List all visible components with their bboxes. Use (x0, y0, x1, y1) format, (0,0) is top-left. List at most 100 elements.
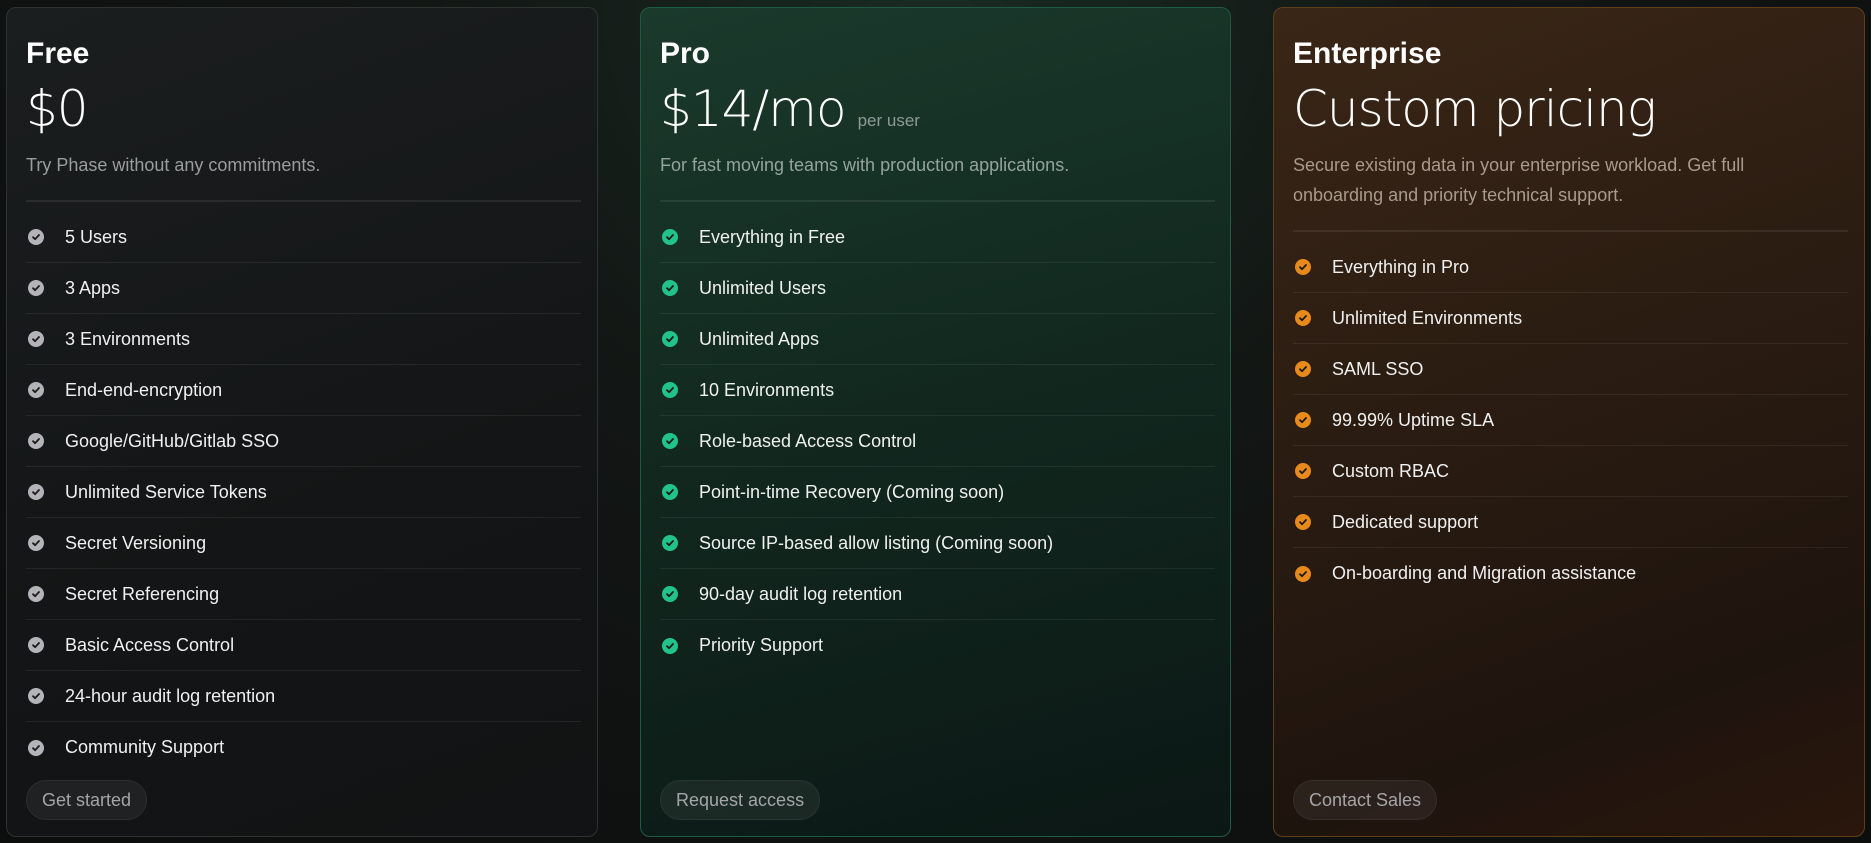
divider (1293, 230, 1848, 232)
feature-item: 5 Users (26, 212, 581, 263)
plan-price: $14/mo (660, 80, 847, 138)
price-row: $14/mo per user (660, 80, 1211, 138)
feature-label: End-end-encryption (65, 379, 223, 400)
feature-label: 99.99% Uptime SLA (1332, 409, 1495, 430)
feature-item: Unlimited Users (660, 263, 1215, 314)
check-circle-icon (1295, 412, 1311, 428)
feature-label: Secret Versioning (65, 532, 207, 553)
feature-label: 24-hour audit log retention (65, 685, 276, 706)
plan-name: Enterprise (1293, 37, 1442, 70)
feature-label: 90-day audit log retention (699, 583, 903, 604)
feature-label: Unlimited Environments (1332, 307, 1523, 328)
feature-label: Unlimited Apps (699, 328, 820, 349)
feature-item: Role-based Access Control (660, 416, 1215, 467)
feature-list: Everything in Pro Unlimited Environments S… (1293, 242, 1848, 599)
check-circle-icon (28, 637, 44, 653)
request-access-button[interactable]: Request access (660, 780, 821, 820)
price-row: Custom pricing (1293, 80, 1845, 138)
feature-item: SAML SSO (1293, 344, 1848, 395)
check-circle-icon (1295, 463, 1311, 479)
feature-list: Everything in Free Unlimited Users Unlimit… (660, 212, 1215, 671)
check-circle-icon (1295, 565, 1311, 582)
check-circle-icon (1295, 361, 1311, 377)
contact-sales-button[interactable]: Contact Sales (1293, 780, 1438, 820)
check-circle-icon (28, 433, 44, 449)
plan-description: Secure existing data in your enterprise … (1293, 155, 1745, 205)
feature-item: Secret Versioning (26, 518, 581, 569)
feature-item: Point-in-time Recovery (Coming soon) (660, 467, 1215, 518)
plan-name: Pro (660, 37, 711, 70)
feature-label: 3 Apps (65, 277, 121, 298)
plan-card-pro: Pro $14/mo per user For fast moving team… (640, 7, 1231, 837)
feature-item: Everything in Pro (1293, 242, 1848, 293)
feature-item: 3 Environments (26, 314, 581, 365)
plan-name: Free (26, 37, 90, 70)
plan-description: Try Phase without any commitments. (26, 155, 321, 175)
feature-label: 5 Users (65, 226, 128, 247)
check-circle-icon (28, 331, 44, 347)
feature-item: 99.99% Uptime SLA (1293, 395, 1848, 446)
check-circle-icon (28, 586, 44, 602)
price-row: $0 (26, 80, 578, 138)
divider (26, 200, 581, 202)
get-started-button[interactable]: Get started (26, 780, 148, 820)
feature-label: Everything in Free (699, 226, 846, 247)
feature-item: Everything in Free (660, 212, 1215, 263)
check-circle-icon (662, 637, 678, 654)
check-circle-icon (662, 229, 678, 245)
feature-item: Custom RBAC (1293, 446, 1848, 497)
check-circle-icon (662, 586, 678, 602)
feature-label: Dedicated support (1332, 511, 1479, 532)
feature-item: Unlimited Environments (1293, 293, 1848, 344)
feature-label: 3 Environments (65, 328, 191, 349)
check-circle-icon (28, 688, 44, 704)
feature-item: Secret Referencing (26, 569, 581, 620)
feature-label: Priority Support (699, 635, 824, 655)
plan-description: For fast moving teams with production ap… (660, 155, 1070, 175)
check-circle-icon (662, 280, 678, 296)
feature-label: Role-based Access Control (699, 430, 917, 451)
feature-item: End-end-encryption (26, 365, 581, 416)
check-circle-icon (662, 484, 678, 500)
feature-label: SAML SSO (1332, 358, 1424, 379)
feature-label: Everything in Pro (1332, 256, 1470, 277)
check-circle-icon (28, 229, 44, 245)
plan-card-enterprise: Enterprise Custom pricing Secure existin… (1273, 7, 1865, 837)
feature-label: Secret Referencing (65, 583, 220, 604)
feature-label: Custom RBAC (1332, 460, 1450, 481)
feature-label: Google/GitHub/Gitlab SSO (65, 430, 280, 451)
check-circle-icon (662, 433, 678, 449)
check-circle-icon (28, 382, 44, 398)
feature-label: Unlimited Service Tokens (65, 481, 267, 502)
feature-label: Community Support (65, 737, 225, 757)
feature-item: Unlimited Apps (660, 314, 1215, 365)
feature-label: Point-in-time Recovery (Coming soon) (699, 481, 1005, 502)
check-circle-icon (28, 535, 44, 551)
feature-item: Source IP-based allow listing (Coming so… (660, 518, 1215, 569)
feature-item: Google/GitHub/Gitlab SSO (26, 416, 581, 467)
feature-item: 90-day audit log retention (660, 569, 1215, 620)
feature-item: Community Support (26, 722, 581, 773)
check-circle-icon (28, 484, 44, 500)
plan-card-free: Free $0 Try Phase without any commitment… (6, 7, 598, 837)
feature-label: Unlimited Users (699, 277, 827, 298)
feature-label: 10 Environments (699, 379, 835, 400)
feature-item: Basic Access Control (26, 620, 581, 671)
feature-item: Dedicated support (1293, 497, 1848, 548)
check-circle-icon (662, 331, 678, 347)
check-circle-icon (662, 382, 678, 398)
check-circle-icon (662, 535, 678, 551)
plan-price: Custom pricing (1293, 80, 1657, 138)
feature-list: 5 Users 3 Apps 3 Environments End-end-encry… (26, 212, 581, 773)
feature-label: On-boarding and Migration assistance (1332, 563, 1637, 583)
check-circle-icon (1295, 514, 1311, 530)
feature-item: 3 Apps (26, 263, 581, 314)
price-suffix: per user (857, 111, 920, 130)
feature-item: 10 Environments (660, 365, 1215, 416)
feature-item: Priority Support (660, 620, 1215, 671)
divider (660, 200, 1215, 202)
feature-label: Source IP-based allow listing (Coming so… (699, 532, 1054, 553)
check-circle-icon (1295, 310, 1311, 326)
check-circle-icon (28, 280, 44, 296)
check-circle-icon (28, 739, 44, 756)
